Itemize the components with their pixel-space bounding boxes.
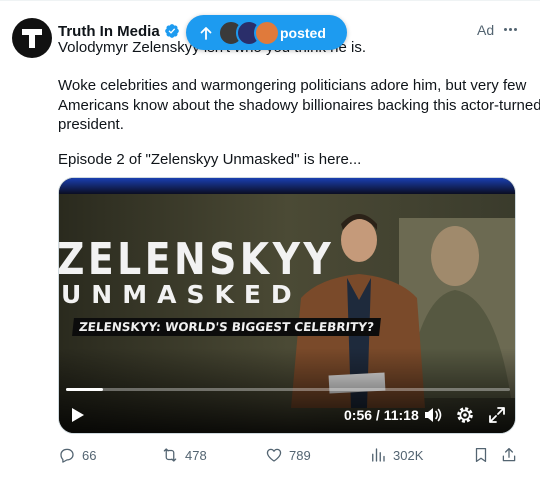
heart-icon — [266, 448, 282, 462]
play-icon[interactable] — [71, 407, 85, 423]
settings-gear-icon[interactable] — [455, 405, 475, 425]
video-progress-bar[interactable] — [66, 388, 510, 391]
poster-avatars — [218, 19, 284, 46]
author-name[interactable]: Truth In Media — [58, 23, 160, 40]
verified-badge-icon — [164, 24, 179, 38]
share-icon — [502, 447, 516, 462]
tweet-text-line: Episode 2 of "Zelenskyy Unmasked" is her… — [58, 151, 362, 168]
volume-icon[interactable] — [423, 405, 443, 425]
ad-label: Ad — [477, 22, 495, 38]
video-overlay-title: ZELENSKYY — [58, 234, 335, 285]
tweet-text-line: Americans know about the shadowy billion… — [58, 96, 540, 114]
tweet-action-bar: 66 478 789 302K — [58, 444, 518, 466]
video-time-display: 0:56 / 11:18 — [344, 407, 419, 423]
fullscreen-icon[interactable] — [487, 405, 507, 425]
logo-t-stem — [29, 29, 35, 48]
views-button[interactable]: 302K — [369, 444, 423, 466]
reply-count: 66 — [82, 447, 97, 463]
new-posts-pill[interactable]: posted — [186, 15, 347, 50]
analytics-icon — [372, 448, 385, 462]
video-player[interactable]: ZELENSKYY UNMASKED ZELENSKYY: WORLD'S BI… — [58, 177, 516, 434]
video-progress-fill — [66, 388, 103, 391]
new-posts-label: posted — [280, 24, 326, 41]
reply-button[interactable]: 66 — [58, 444, 96, 466]
bookmark-button[interactable] — [472, 444, 490, 466]
tweet-text-line: Woke celebrities and warmongering politi… — [58, 77, 527, 94]
video-overlay-subtitle: ZELENSKYY: WORLD'S BIGGEST CELEBRITY? — [72, 318, 381, 336]
bookmark-icon — [475, 447, 487, 463]
avatar — [254, 19, 280, 46]
reply-icon — [60, 448, 74, 463]
repost-count: 478 — [185, 447, 207, 463]
repost-icon — [163, 448, 177, 462]
video-overlay-title-line2: UNMASKED — [61, 280, 302, 309]
repost-button[interactable]: 478 — [161, 444, 207, 466]
author-avatar[interactable] — [12, 18, 52, 58]
more-options-icon[interactable] — [500, 19, 520, 39]
tweet-text-line: president. — [58, 116, 124, 133]
arrow-up-icon — [200, 26, 212, 40]
share-button[interactable] — [500, 444, 518, 466]
view-count: 302K — [393, 447, 424, 463]
top-divider — [0, 0, 540, 1]
like-count: 789 — [289, 447, 311, 463]
like-button[interactable]: 789 — [265, 444, 311, 466]
